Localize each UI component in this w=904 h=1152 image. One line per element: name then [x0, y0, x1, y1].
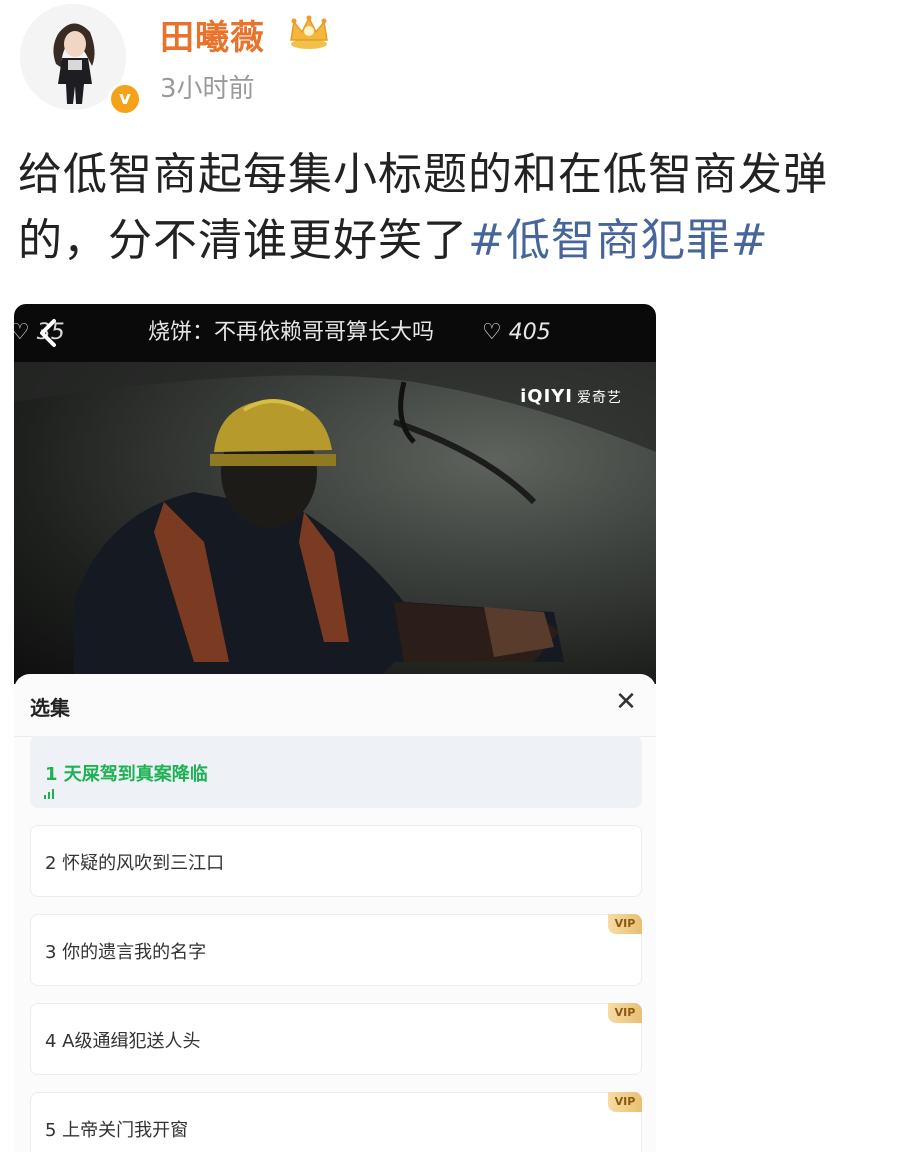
danmu-like-count: ♡ 405	[482, 320, 551, 345]
watermark-cn: 爱奇艺	[577, 390, 622, 406]
iqiyi-watermark: iQIYI 爱奇艺	[520, 386, 622, 407]
danmu-comment: 烧饼：不再依赖哥哥算长大吗	[148, 320, 435, 345]
watermark-latin: iQIYI	[520, 386, 573, 407]
episode-item-5[interactable]: 5 上帝关门我开窗 VIP	[30, 1092, 642, 1152]
panel-title: 选集	[30, 696, 70, 720]
post-content: 给低智商起每集小标题的和在低智商发弹的，分不清谁更好笑了#低智商犯罪#	[18, 142, 898, 274]
episode-label: 1 天屎驾到真案降临	[45, 764, 208, 785]
back-arrow-icon[interactable]	[36, 318, 60, 348]
episode-panel: 选集 ✕ 1 天屎驾到真案降临 2 怀疑的风吹到三江口 3 你的遗言我的名字 V…	[14, 674, 656, 1152]
vip-badge: VIP	[608, 1003, 642, 1023]
heart-icon: ♡	[14, 320, 30, 345]
video-frame	[14, 362, 656, 684]
crown-badge-icon[interactable]	[286, 14, 332, 50]
episode-label: 4 A级通缉犯送人头	[45, 1031, 201, 1052]
episode-item-3[interactable]: 3 你的遗言我的名字 VIP	[30, 914, 642, 986]
vip-badge: VIP	[608, 914, 642, 934]
episode-label: 5 上帝关门我开窗	[45, 1120, 189, 1141]
weibo-post: v 田曦薇 3小时前 给低智商起每集小标题的和在低智商发弹的，分不清谁更好笑了#…	[0, 0, 904, 1152]
post-time: 3小时前	[160, 74, 255, 104]
video-player[interactable]: iQIYI 爱奇艺	[14, 362, 656, 684]
episode-item-2[interactable]: 2 怀疑的风吹到三江口	[30, 825, 642, 897]
episode-item-4[interactable]: 4 A级通缉犯送人头 VIP	[30, 1003, 642, 1075]
episode-item-1[interactable]: 1 天屎驾到真案降临	[30, 736, 642, 808]
episode-label: 2 怀疑的风吹到三江口	[45, 853, 225, 874]
playing-bars-icon	[44, 789, 54, 799]
embedded-screenshot[interactable]: ♡ 35 烧饼：不再依赖哥哥算长大吗 ♡ 405	[14, 304, 656, 1152]
avatar[interactable]: v	[20, 4, 142, 116]
close-icon[interactable]: ✕	[612, 688, 640, 716]
author-name[interactable]: 田曦薇	[160, 10, 265, 59]
vip-badge: VIP	[608, 1092, 642, 1112]
verified-badge-icon: v	[108, 82, 142, 116]
episode-label: 3 你的遗言我的名字	[45, 942, 207, 963]
hashtag-link[interactable]: #低智商犯罪#	[468, 215, 769, 266]
danmu-bar: ♡ 35 烧饼：不再依赖哥哥算长大吗 ♡ 405	[14, 304, 656, 362]
